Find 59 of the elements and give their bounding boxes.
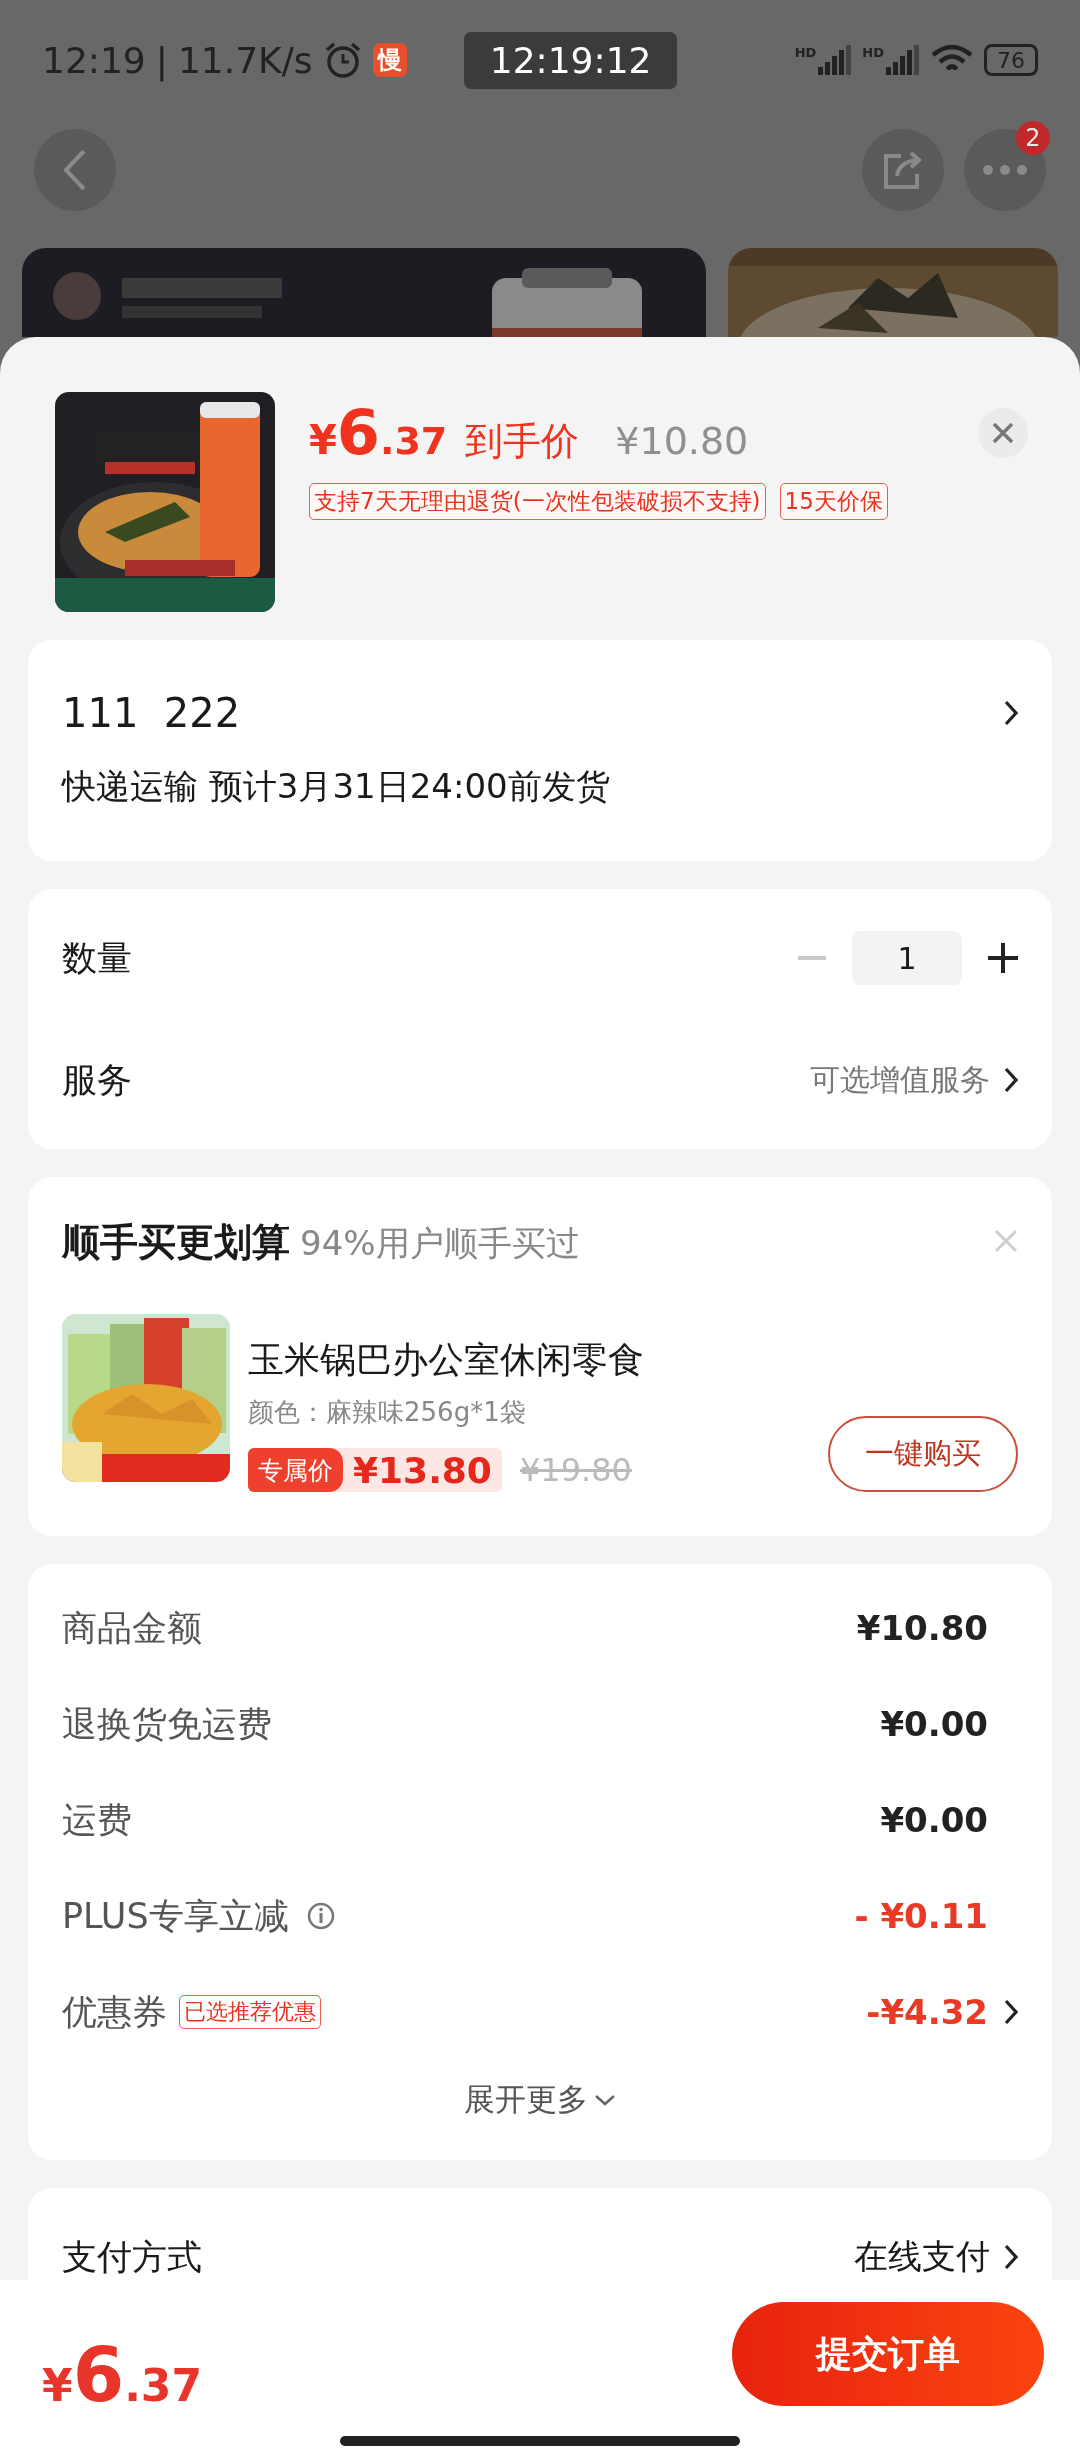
fee-value: -¥4.32	[866, 1992, 988, 2032]
more-icon	[983, 165, 1027, 175]
recipient-name: 111 222	[62, 690, 241, 736]
network-label: HD	[862, 45, 884, 60]
network-speed: 11.7K/s	[177, 39, 313, 81]
buy-now-button[interactable]: 一键购买	[828, 1416, 1018, 1492]
chevron-right-icon	[1004, 700, 1018, 726]
back-icon	[62, 148, 88, 192]
chevron-right-icon	[1004, 2244, 1018, 2270]
fee-label: 运费	[62, 1798, 132, 1842]
minus-icon	[798, 956, 826, 960]
quantity-label: 数量	[62, 936, 132, 980]
service-tag: 支持7天无理由退货(一次性包装破损不支持)	[309, 483, 766, 520]
payment-method[interactable]: 在线支付	[854, 2234, 990, 2280]
close-icon[interactable]	[994, 1228, 1018, 1253]
fee-value: ¥0.00	[880, 1800, 988, 1840]
quantity-field[interactable]: 1	[852, 931, 962, 985]
service-tag: 15天价保	[779, 483, 888, 520]
original-price: ¥10.80	[615, 419, 749, 463]
chevron-right-icon	[1004, 1067, 1018, 1093]
close-icon	[992, 421, 1014, 444]
status-time: 12:19	[42, 39, 146, 81]
service-option[interactable]: 可选增值服务	[810, 1059, 990, 1101]
total-price: ¥6.37	[42, 2332, 203, 2418]
submit-order-button[interactable]: 提交订单	[732, 2302, 1044, 2406]
signal-icon	[886, 45, 920, 75]
plus-icon	[988, 943, 1018, 973]
section-title: 顺手买更划算	[62, 1219, 290, 1266]
fee-value: - ¥0.11	[854, 1896, 988, 1936]
battery-indicator: 76	[984, 44, 1038, 76]
signal-icon	[818, 45, 853, 75]
chevron-down-icon	[594, 2094, 616, 2106]
price-tag: 专属价 ¥13.80	[248, 1448, 502, 1492]
fee-label: 退换货免运费	[62, 1702, 272, 1746]
fee-label: 商品金额	[62, 1606, 202, 1650]
network-label: HD	[794, 45, 817, 60]
increase-button[interactable]	[988, 943, 1018, 973]
chevron-right-icon	[1004, 1999, 1018, 2025]
product-name: 玉米锅巴办公室休闲零食	[248, 1338, 645, 1382]
fee-value: ¥10.80	[856, 1608, 988, 1648]
payment-label: 支付方式	[62, 2235, 202, 2279]
status-separator: |	[155, 39, 168, 81]
service-label: 服务	[62, 1058, 132, 1102]
fee-value: ¥0.00	[880, 1704, 988, 1744]
app-badge: 慢	[372, 43, 407, 77]
section-subtitle: 94%用户顺手买过	[300, 1222, 580, 1265]
info-icon[interactable]	[306, 1902, 335, 1930]
expand-button[interactable]: 展开更多	[458, 2060, 622, 2140]
coupon-tag: 已选推荐优惠	[179, 1995, 321, 2029]
final-price: ¥6.37	[309, 396, 449, 469]
original-price: ¥19.80	[519, 1451, 632, 1489]
shipping-info: 快递运输 预计3月31日24:00前发货	[62, 765, 610, 808]
price-label: 到手价	[465, 418, 580, 465]
fee-label: 优惠券	[62, 1990, 167, 2034]
fee-label: PLUS专享立减	[62, 1894, 289, 1938]
product-spec: 颜色：麻辣味256g*1袋	[248, 1396, 527, 1429]
close-button[interactable]	[978, 407, 1028, 458]
clock-overlay: 12:19:12	[463, 31, 678, 89]
notification-badge: 2	[1016, 121, 1050, 155]
